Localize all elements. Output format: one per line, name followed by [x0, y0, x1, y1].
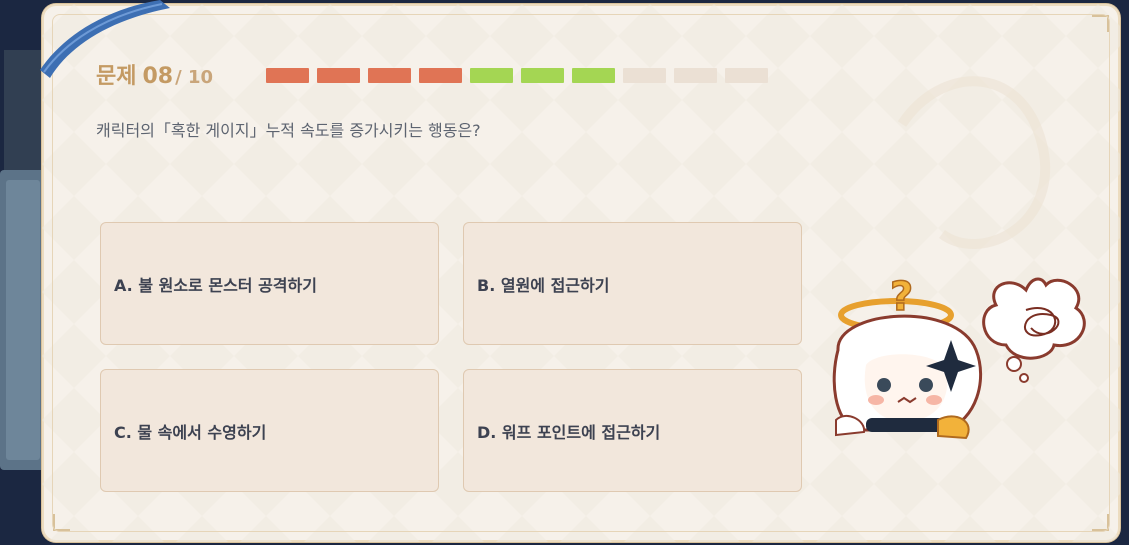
progress-segment-9: [674, 68, 717, 83]
option-d-button[interactable]: D. 워프 포인트에 접근하기: [463, 369, 802, 492]
question-current-number: 08: [142, 64, 174, 89]
progress-segment-8: [623, 68, 666, 83]
progress-segment-7: [572, 68, 615, 83]
confused-mascot-icon: ?: [832, 273, 1086, 440]
option-b-button[interactable]: B. 열원에 접근하기: [463, 222, 802, 345]
option-a-button[interactable]: A. 불 원소로 몬스터 공격하기: [100, 222, 439, 345]
option-c-button[interactable]: C. 물 속에서 수영하기: [100, 369, 439, 492]
progress-segment-4: [419, 68, 462, 83]
progress-bar: [266, 68, 768, 83]
svg-text:?: ?: [890, 274, 913, 320]
option-b-label: B. 열원에 접근하기: [477, 275, 610, 295]
progress-segment-1: [266, 68, 309, 83]
option-d-label: D. 워프 포인트에 접근하기: [477, 422, 661, 442]
progress-segment-10: [725, 68, 768, 83]
option-a-label: A. 불 원소로 몬스터 공격하기: [114, 275, 317, 295]
progress-segment-2: [317, 68, 360, 83]
question-total: / 10: [175, 67, 213, 88]
progress-segment-5: [470, 68, 513, 83]
progress-segment-3: [368, 68, 411, 83]
thought-bubble-icon: [982, 277, 1086, 383]
question-label: 문제: [96, 64, 137, 89]
option-c-label: C. 물 속에서 수영하기: [114, 422, 267, 442]
question-counter: 문제 08 / 10: [96, 58, 213, 90]
progress-segment-6: [521, 68, 564, 83]
question-text: 캐릭터의「혹한 게이지」누적 속도를 증가시키는 행동은?: [96, 121, 481, 140]
